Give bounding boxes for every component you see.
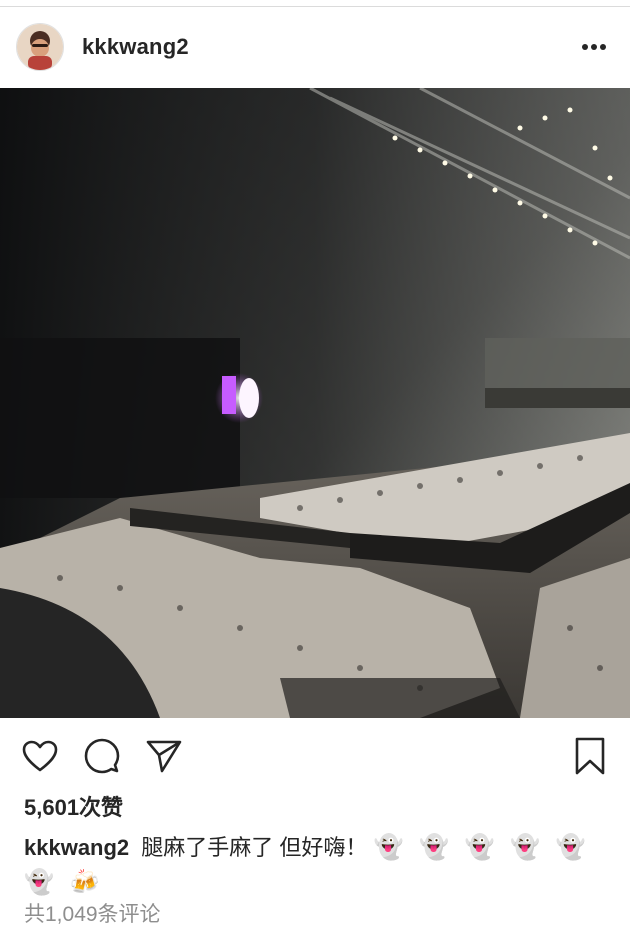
more-horizontal-icon [582,44,606,50]
comment-icon [84,738,120,774]
comment-button[interactable] [82,736,122,776]
more-options-button[interactable] [574,27,614,67]
avatar[interactable] [16,23,64,71]
caption-text: 腿麻了手麻了 但好嗨！ [141,835,368,860]
heart-icon [22,740,58,772]
top-divider [0,0,630,7]
view-comments-link[interactable]: 共1,049条评论 [24,898,161,928]
like-button[interactable] [20,736,60,776]
share-button[interactable] [144,736,184,776]
post-username[interactable]: kkkwang2 [82,34,189,60]
likes-count[interactable]: 5,601次赞 [24,790,123,822]
post-caption: kkkwang2 腿麻了手麻了 但好嗨！ 👻 👻 👻 👻 👻 👻 🍻 [24,830,614,900]
bookmark-icon [575,737,605,775]
post-photo[interactable] [0,88,630,718]
concert-arena-image [0,88,630,718]
send-icon [146,740,182,773]
avatar-image [17,24,63,70]
post-header: kkkwang2 [0,7,630,87]
caption-username[interactable]: kkkwang2 [24,835,129,860]
save-button[interactable] [570,736,610,776]
post-actions [0,728,630,784]
